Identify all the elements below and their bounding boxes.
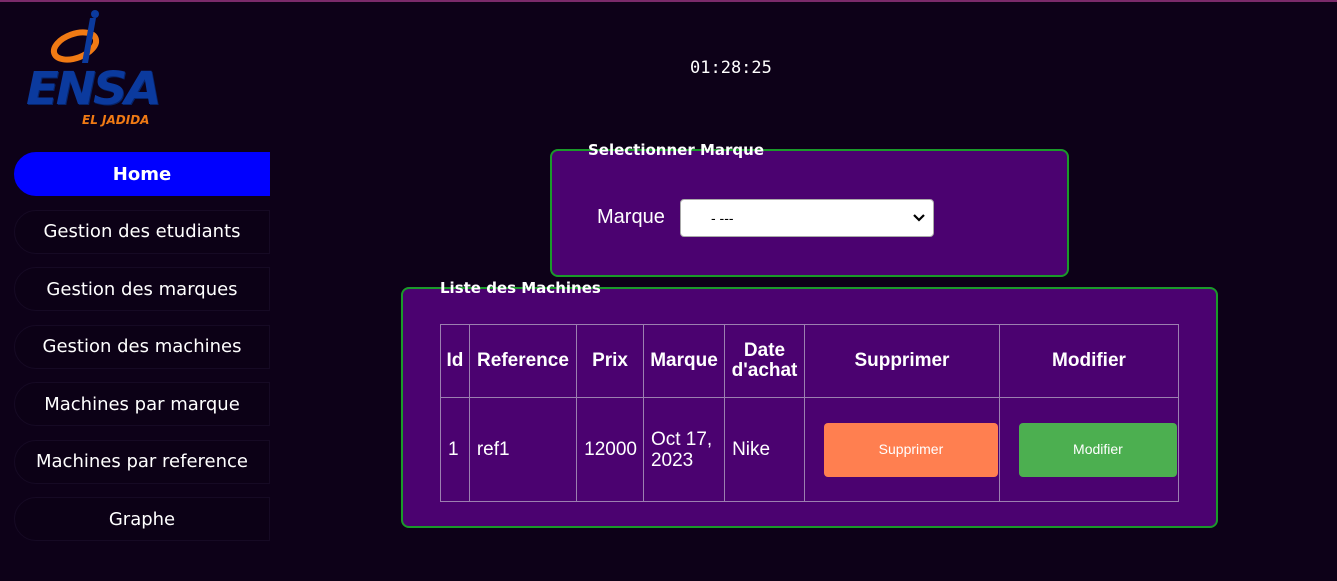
nav-gestion-marques[interactable]: Gestion des marques bbox=[14, 267, 270, 311]
select-marque-legend: Selectionner Marque bbox=[588, 141, 764, 159]
header-marque: Marque bbox=[642, 324, 726, 398]
machines-table: Id Reference Prix Marque Date d'achat Su… bbox=[440, 324, 1180, 502]
modifier-button[interactable]: Modifier bbox=[1018, 422, 1177, 477]
cell-date: Oct 17, 2023 bbox=[642, 397, 726, 502]
cell-marque: Nike bbox=[724, 397, 805, 502]
cell-prix: 12000 bbox=[576, 397, 644, 502]
sidebar-nav: Home Gestion des etudiants Gestion des m… bbox=[14, 152, 270, 555]
clock: 01:28:25 bbox=[690, 58, 772, 78]
nav-gestion-etudiants[interactable]: Gestion des etudiants bbox=[14, 209, 270, 254]
supprimer-button[interactable]: Supprimer bbox=[823, 422, 998, 477]
machines-list-legend: Liste des Machines bbox=[440, 279, 601, 297]
nav-machines-par-reference[interactable]: Machines par reference bbox=[14, 439, 270, 484]
cell-supprimer: Supprimer bbox=[803, 397, 1000, 502]
nav-graphe[interactable]: Graphe bbox=[14, 497, 270, 541]
cell-id: 1 bbox=[440, 397, 470, 502]
marque-select-value: - --- bbox=[711, 210, 734, 226]
top-border bbox=[0, 0, 1337, 2]
logo-city-text: EL JADIDA bbox=[82, 113, 150, 127]
nav-machines-par-marque[interactable]: Machines par marque bbox=[14, 382, 270, 426]
header-prix: Prix bbox=[576, 324, 644, 398]
nav-home[interactable]: Home bbox=[14, 152, 270, 196]
table-header-row: Id Reference Prix Marque Date d'achat Su… bbox=[440, 324, 1180, 398]
ensa-logo: ENSA EL JADIDA bbox=[20, 8, 162, 133]
header-reference: Reference bbox=[468, 324, 578, 398]
marque-label: Marque bbox=[597, 206, 665, 228]
header-date-achat: Date d'achat bbox=[724, 324, 805, 398]
header-supprimer: Supprimer bbox=[803, 324, 1000, 398]
nav-gestion-machines[interactable]: Gestion des machines bbox=[14, 324, 270, 369]
cell-modifier: Modifier bbox=[998, 397, 1180, 502]
logo-ensa-text: ENSA bbox=[26, 62, 162, 116]
marque-select[interactable]: - --- bbox=[680, 199, 934, 237]
cell-reference: ref1 bbox=[468, 397, 578, 502]
table-row: 1 ref1 12000 Oct 17, 2023 Nike Supprimer… bbox=[440, 397, 1180, 502]
header-id: Id bbox=[440, 324, 470, 398]
chevron-down-icon bbox=[913, 214, 925, 222]
header-modifier: Modifier bbox=[998, 324, 1180, 398]
